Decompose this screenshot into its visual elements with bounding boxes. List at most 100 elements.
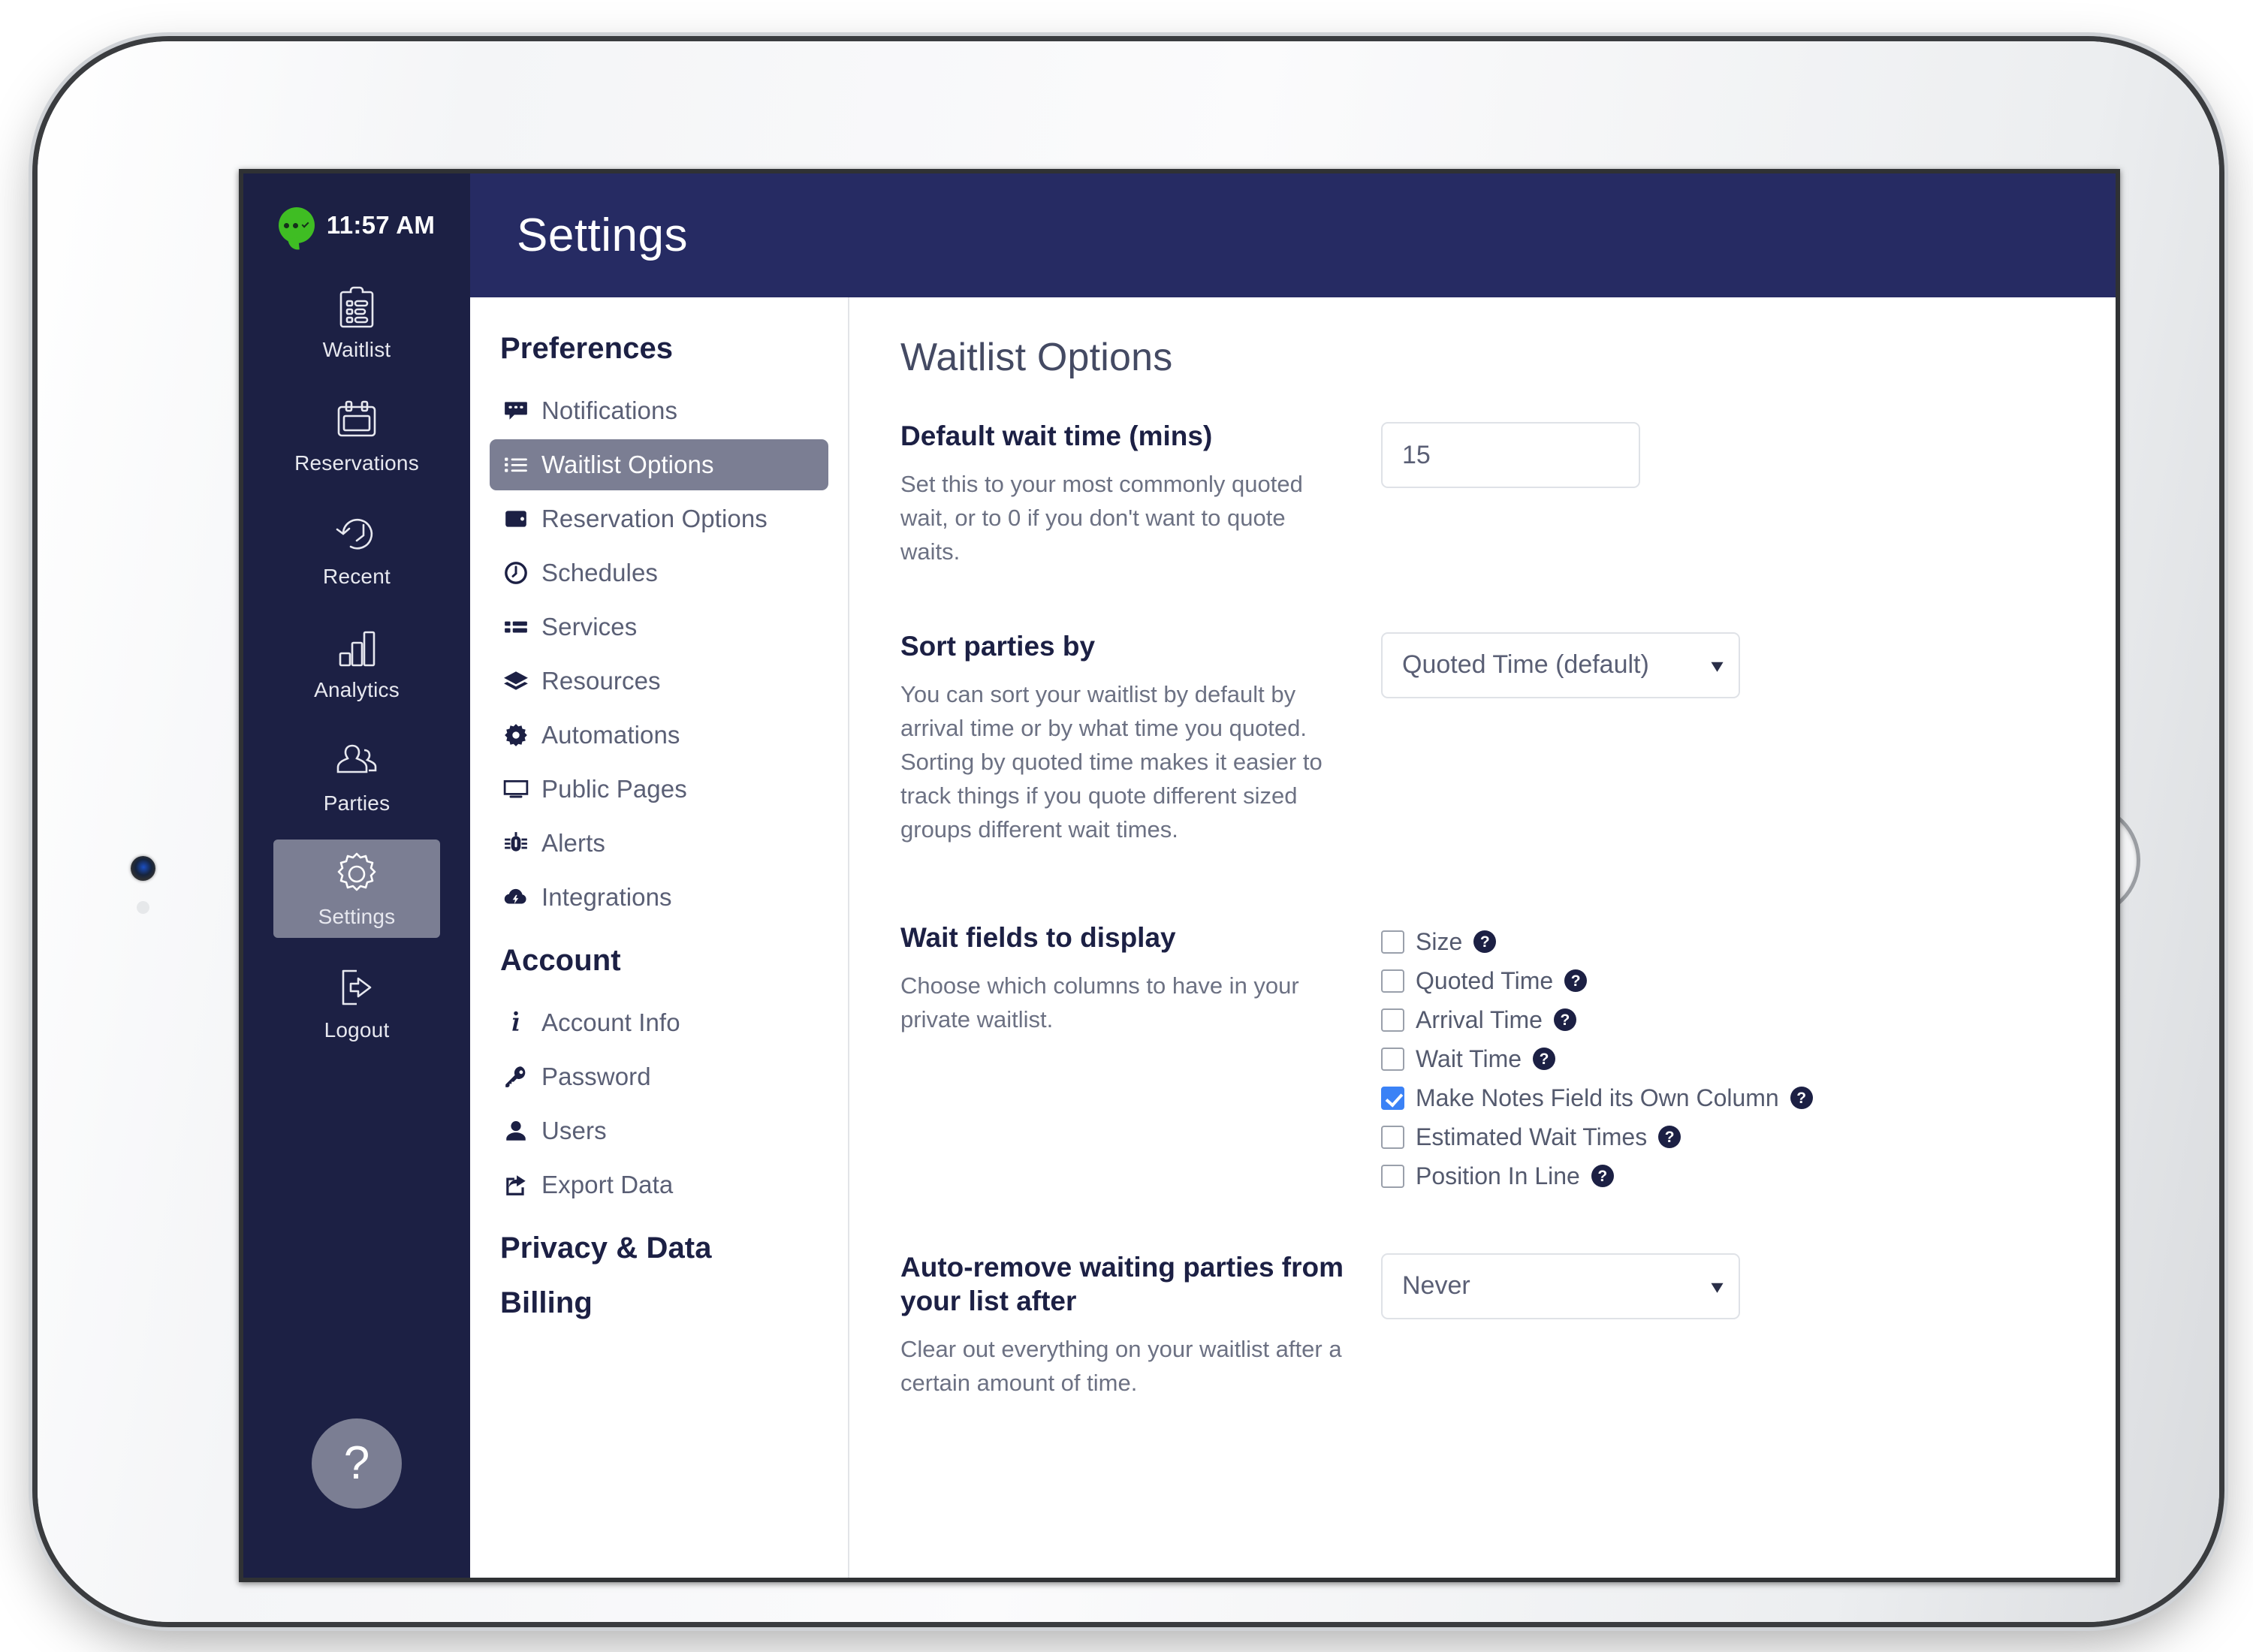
field-left: Wait fields to display Choose which colu…	[900, 921, 1381, 1190]
comment-icon	[503, 398, 529, 424]
sidebar-item-label: Recent	[323, 565, 391, 588]
checkbox-row-make-notes-field-own-column[interactable]: Make Notes Field its Own Column ?	[1381, 1084, 2071, 1112]
chevron-down-icon: ▾	[1711, 653, 1724, 677]
field-left: Auto-remove waiting parties from your li…	[900, 1250, 1381, 1400]
sidebar-item-label: Waitlist	[322, 338, 391, 361]
default-wait-time-input[interactable]	[1381, 422, 1640, 488]
checkbox-label: Quoted Time	[1416, 966, 1554, 994]
field-right: Quoted Time (default) ▾	[1381, 629, 2071, 847]
wait-fields-checkbox-list: Size ? Quoted Time ? Arrival Time ? Wait…	[1381, 924, 2071, 1190]
prefs-item-label: Resources	[541, 667, 661, 695]
prefs-item-account-info[interactable]: Account Info	[490, 997, 828, 1048]
sidebar-item-label: Parties	[323, 791, 391, 815]
bar-chart-icon	[330, 623, 383, 671]
checkbox-estimated-wait-times[interactable]	[1381, 1125, 1404, 1149]
prefs-item-export-data[interactable]: Export Data	[490, 1159, 828, 1210]
prefs-item-label: Export Data	[541, 1171, 674, 1198]
prefs-heading-privacy[interactable]: Privacy & Data	[500, 1231, 828, 1265]
page-title: Settings	[517, 210, 689, 261]
checkbox-label: Estimated Wait Times	[1416, 1123, 1648, 1150]
help-icon[interactable]: ?	[1473, 930, 1497, 954]
sidebar-item-label: Reservations	[294, 451, 419, 475]
sidebar-item-analytics[interactable]: Analytics	[273, 613, 440, 711]
sidebar-item-waitlist[interactable]: Waitlist	[273, 273, 440, 371]
prefs-item-public-pages[interactable]: Public Pages	[490, 764, 828, 815]
help-button[interactable]: ?	[312, 1418, 402, 1509]
checkbox-wait-time[interactable]	[1381, 1047, 1404, 1071]
prefs-heading-preferences: Preferences	[500, 332, 674, 365]
prefs-item-integrations[interactable]: Integrations	[490, 872, 828, 923]
checkbox-row-wait-time[interactable]: Wait Time ?	[1381, 1045, 2071, 1073]
field-right	[1381, 419, 2071, 569]
field-description: You can sort your waitlist by default by…	[900, 681, 1323, 843]
field-label: Sort parties by	[900, 630, 1096, 662]
prefs-item-resources[interactable]: Resources	[490, 656, 828, 707]
prefs-item-reservation-options[interactable]: Reservation Options	[490, 493, 828, 544]
help-icon[interactable]: ?	[1564, 969, 1588, 993]
checkbox-row-estimated-wait-times[interactable]: Estimated Wait Times ?	[1381, 1123, 2071, 1151]
section-title: Waitlist Options	[900, 336, 1173, 379]
field-description: Clear out everything on your waitlist af…	[900, 1336, 1342, 1396]
people-icon	[330, 737, 383, 785]
prefs-item-label: Automations	[541, 721, 680, 749]
field-auto-remove: Auto-remove waiting parties from your li…	[900, 1250, 2071, 1400]
checkbox-size[interactable]	[1381, 930, 1404, 954]
prefs-item-notifications[interactable]: Notifications	[490, 385, 828, 436]
checkbox-row-quoted-time[interactable]: Quoted Time ?	[1381, 967, 2071, 995]
list-icon	[503, 452, 529, 478]
layers-icon	[503, 668, 529, 694]
checkbox-row-position-in-line[interactable]: Position In Line ?	[1381, 1162, 2071, 1190]
checkbox-make-notes-field-own-column[interactable]	[1381, 1086, 1404, 1110]
help-icon[interactable]: ?	[1658, 1126, 1681, 1149]
info-icon	[503, 1010, 529, 1036]
prefs-item-automations[interactable]: Automations	[490, 710, 828, 761]
sidebar-item-parties[interactable]: Parties	[273, 726, 440, 824]
sidebar-item-label: Settings	[318, 905, 396, 928]
field-default-wait-time: Default wait time (mins) Set this to you…	[900, 419, 2071, 569]
sidebar-item-recent[interactable]: Recent	[273, 499, 440, 598]
checkbox-row-size[interactable]: Size ?	[1381, 928, 2071, 956]
auto-remove-select[interactable]: Never ▾	[1381, 1253, 1740, 1319]
logout-icon	[330, 963, 383, 1011]
field-label: Default wait time (mins)	[900, 421, 1213, 451]
screen-bezel: 11:57 AM Waitlist Reservations Recent An…	[239, 169, 2120, 1582]
prefs-item-alerts[interactable]: Alerts	[490, 818, 828, 869]
prefs-heading-billing[interactable]: Billing	[500, 1286, 828, 1320]
settings-main-column: Waitlist Options Default wait time (mins…	[849, 297, 2116, 1578]
sidebar-item-label: Logout	[324, 1018, 390, 1042]
prefs-item-schedules[interactable]: Schedules	[490, 547, 828, 598]
field-right: Size ? Quoted Time ? Arrival Time ? Wait…	[1381, 921, 2071, 1190]
checkbox-quoted-time[interactable]	[1381, 969, 1404, 993]
status-bar: 11:57 AM	[278, 193, 435, 258]
wallet-icon	[503, 506, 529, 532]
checkbox-label: Arrival Time	[1416, 1005, 1543, 1033]
sidebar-item-reservations[interactable]: Reservations	[273, 386, 440, 484]
th-list-icon	[503, 614, 529, 640]
checkbox-arrival-time[interactable]	[1381, 1008, 1404, 1032]
field-left: Sort parties by You can sort your waitli…	[900, 629, 1381, 847]
settings-nav-column: Preferences Notifications Waitlist Optio…	[470, 297, 849, 1578]
sidebar-item-settings[interactable]: Settings	[273, 840, 440, 938]
sidebar-item-logout[interactable]: Logout	[273, 953, 440, 1051]
front-camera-icon	[131, 856, 155, 881]
prefs-item-users[interactable]: Users	[490, 1105, 828, 1156]
field-description: Set this to your most commonly quoted wa…	[900, 471, 1303, 565]
prefs-heading-account: Account	[500, 944, 621, 977]
checkbox-label: Size	[1416, 927, 1463, 955]
help-icon[interactable]: ?	[1533, 1048, 1556, 1071]
help-icon[interactable]: ?	[1591, 1165, 1614, 1188]
tablet-device-frame: 11:57 AM Waitlist Reservations Recent An…	[38, 41, 2219, 1622]
help-icon[interactable]: ?	[1790, 1087, 1813, 1110]
checkbox-label: Position In Line	[1416, 1162, 1580, 1189]
prefs-item-services[interactable]: Services	[490, 601, 828, 653]
checkbox-row-arrival-time[interactable]: Arrival Time ?	[1381, 1006, 2071, 1034]
prefs-item-password[interactable]: Password	[490, 1051, 828, 1102]
prefs-item-waitlist-options[interactable]: Waitlist Options	[490, 439, 828, 490]
help-icon[interactable]: ?	[1553, 1008, 1576, 1032]
sort-parties-select[interactable]: Quoted Time (default) ▾	[1381, 632, 1740, 698]
checkbox-label: Make Notes Field its Own Column	[1416, 1084, 1779, 1111]
checkbox-position-in-line[interactable]	[1381, 1164, 1404, 1188]
clock-icon	[503, 560, 529, 586]
